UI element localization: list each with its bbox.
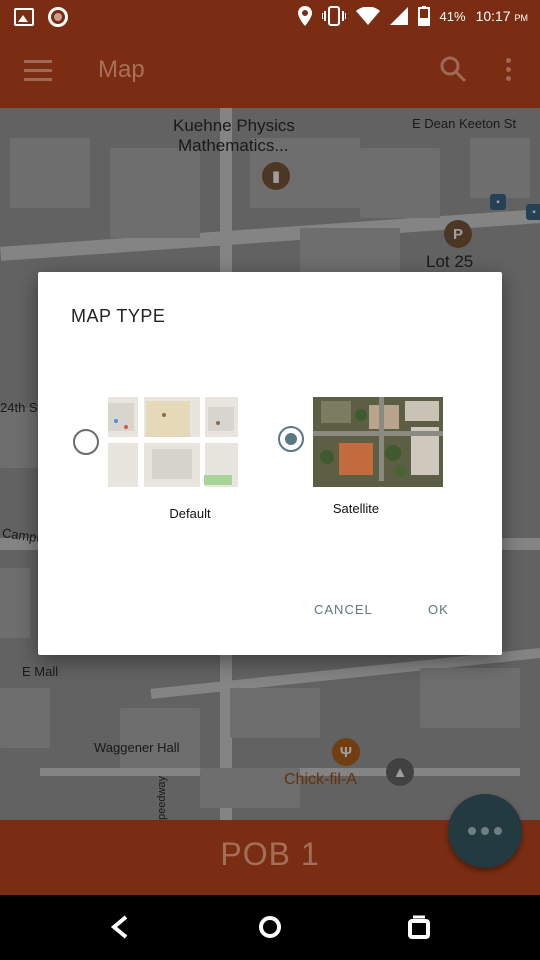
satellite-radio[interactable]	[278, 426, 304, 452]
location-icon	[297, 6, 312, 26]
page-title: Map	[98, 56, 145, 83]
menu-icon[interactable]	[24, 60, 52, 82]
battery-percent: 41%	[439, 8, 466, 24]
dialog-title: MAP TYPE	[71, 306, 166, 326]
more-options-icon[interactable]	[506, 58, 511, 85]
signal-icon	[389, 7, 408, 25]
battery-icon	[417, 6, 430, 26]
image-notification-icon	[14, 8, 34, 26]
home-icon[interactable]	[258, 915, 282, 939]
default-option-label: Default	[169, 506, 211, 521]
clock: 10:17 PM	[476, 8, 528, 24]
satellite-map-thumbnail[interactable]	[313, 397, 443, 487]
default-radio[interactable]	[73, 429, 99, 455]
more-actions-fab[interactable]	[448, 794, 522, 868]
recents-icon[interactable]	[408, 915, 430, 939]
search-icon[interactable]	[440, 56, 466, 82]
navigation-bar	[0, 895, 540, 960]
default-map-thumbnail[interactable]	[108, 397, 238, 487]
wifi-icon	[355, 7, 380, 25]
back-icon[interactable]	[110, 915, 130, 939]
status-bar: 41% 10:17 PM	[0, 0, 540, 34]
vibrate-icon	[321, 6, 346, 26]
satellite-option-label: Satellite	[332, 501, 380, 516]
app-bar: Map	[0, 34, 540, 108]
record-notification-icon	[48, 7, 68, 27]
cancel-button[interactable]: CANCEL	[314, 602, 373, 617]
clock-time: 10:17	[475, 8, 511, 24]
map-type-dialog: MAP TYPE Default Satellite CANCEL OK	[38, 272, 502, 655]
ok-button[interactable]: OK	[428, 602, 449, 617]
clock-ampm: PM	[514, 13, 529, 23]
